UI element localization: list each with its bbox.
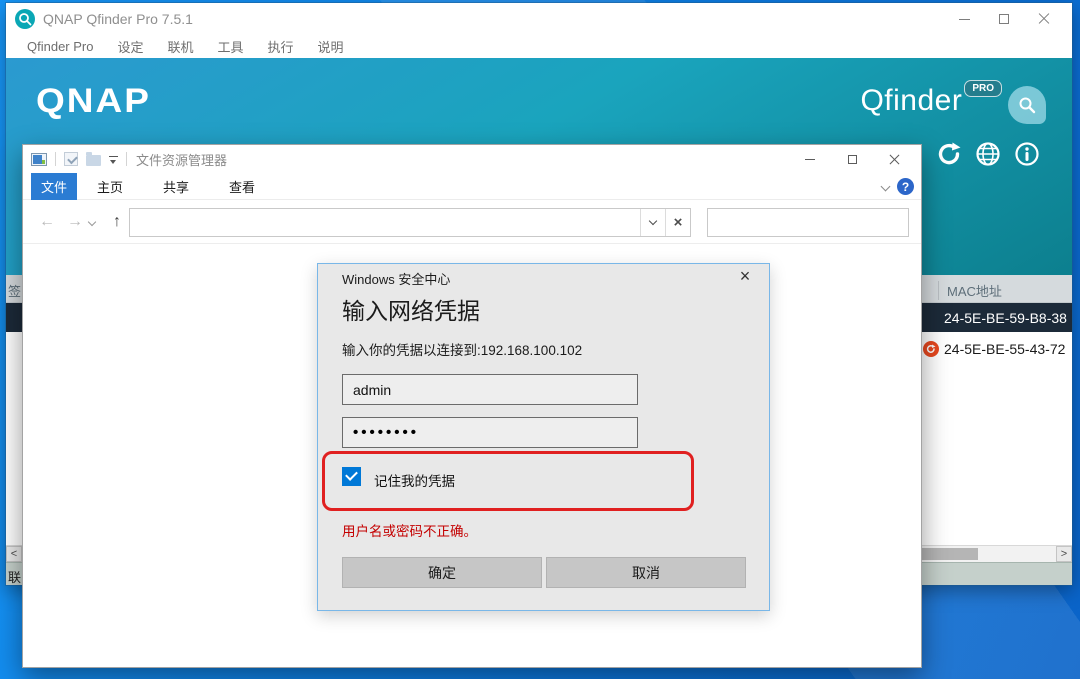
partial-column-header[interactable]: 签 bbox=[8, 281, 21, 300]
explorer-app-icon bbox=[31, 153, 47, 166]
qfinder-brand: Qfinder PRO bbox=[860, 84, 1046, 124]
qfinder-menubar: Qfinder Pro 设定 联机 工具 执行 说明 bbox=[6, 35, 1072, 58]
help-icon[interactable]: ? bbox=[897, 178, 914, 195]
maximize-icon bbox=[999, 14, 1009, 24]
search-input[interactable] bbox=[718, 215, 908, 230]
quick-access-toolbar bbox=[31, 152, 127, 166]
scroll-right-button[interactable]: > bbox=[1056, 546, 1072, 562]
ribbon-collapse-chevron-icon[interactable] bbox=[881, 182, 891, 192]
error-message: 用户名或密码不正确。 bbox=[342, 520, 477, 540]
mac-address-value: 24-5E-BE-59-B8-38 bbox=[944, 310, 1067, 326]
qfinder-window-title: QNAP Qfinder Pro 7.5.1 bbox=[43, 11, 193, 27]
address-bar[interactable]: × bbox=[129, 208, 691, 237]
qfinder-maximize-button[interactable] bbox=[984, 3, 1024, 35]
globe-icon[interactable] bbox=[975, 141, 1001, 167]
dialog-close-button[interactable]: × bbox=[734, 266, 756, 287]
dialog-message: 输入你的凭据以连接到:192.168.100.102 bbox=[342, 339, 582, 359]
ok-button[interactable]: 确定 bbox=[342, 557, 542, 588]
device-status-icon bbox=[923, 341, 939, 357]
dialog-heading: 输入网络凭据 bbox=[342, 292, 480, 326]
dialog-title: Windows 安全中心 bbox=[342, 269, 450, 288]
scrollbar-thumb[interactable] bbox=[920, 548, 978, 560]
explorer-minimize-button[interactable] bbox=[789, 145, 831, 173]
tab-home[interactable]: 主页 bbox=[84, 173, 136, 200]
explorer-window-title: 文件资源管理器 bbox=[136, 150, 227, 169]
recent-locations-chevron-icon[interactable] bbox=[88, 218, 96, 226]
qfinder-app-icon bbox=[15, 9, 35, 29]
pro-badge: PRO bbox=[964, 80, 1002, 97]
qfinder-search-bubble-icon bbox=[1008, 86, 1046, 124]
qfinder-logo-text: Qfinder bbox=[860, 84, 962, 118]
password-field[interactable] bbox=[342, 417, 638, 448]
menu-item-run[interactable]: 执行 bbox=[256, 37, 306, 56]
explorer-toolbar: ← → ↑ × bbox=[23, 200, 921, 244]
menu-item-tools[interactable]: 工具 bbox=[206, 37, 256, 56]
properties-icon[interactable] bbox=[64, 152, 78, 166]
username-field[interactable] bbox=[342, 374, 638, 405]
ribbon-tabs: 文件 主页 共享 查看 ? bbox=[23, 173, 921, 200]
qfinder-titlebar: QNAP Qfinder Pro 7.5.1 bbox=[6, 3, 1072, 35]
qfinder-minimize-button[interactable] bbox=[944, 3, 984, 35]
menu-item-connect[interactable]: 联机 bbox=[156, 37, 206, 56]
new-folder-icon[interactable] bbox=[86, 155, 101, 166]
chevron-down-icon bbox=[649, 217, 657, 225]
separator bbox=[126, 152, 127, 166]
maximize-icon bbox=[848, 155, 857, 164]
tab-view[interactable]: 查看 bbox=[216, 173, 268, 200]
forward-icon[interactable]: → bbox=[61, 213, 89, 231]
mac-address-column-header[interactable]: MAC地址 bbox=[938, 281, 1002, 300]
scroll-left-button[interactable]: < bbox=[6, 546, 22, 562]
checkbox-label: 记住我的凭据 bbox=[374, 470, 455, 490]
separator bbox=[55, 152, 56, 166]
info-icon[interactable] bbox=[1014, 141, 1040, 167]
tab-file[interactable]: 文件 bbox=[31, 173, 77, 200]
back-icon[interactable]: ← bbox=[33, 213, 61, 231]
desktop: QNAP Qfinder Pro 7.5.1 Qfinder Pro 设定 联机… bbox=[0, 0, 1080, 679]
address-input[interactable] bbox=[130, 209, 640, 236]
explorer-titlebar: 文件资源管理器 bbox=[23, 145, 921, 173]
refresh-icon[interactable] bbox=[936, 141, 962, 167]
qfinder-action-icons bbox=[936, 141, 1040, 167]
remember-credentials-checkbox[interactable] bbox=[342, 467, 361, 486]
address-cancel-button[interactable]: × bbox=[665, 209, 690, 236]
minimize-icon bbox=[959, 19, 970, 20]
credentials-dialog: Windows 安全中心 × 输入网络凭据 输入你的凭据以连接到:192.168… bbox=[317, 263, 770, 611]
search-box[interactable] bbox=[707, 208, 909, 237]
cancel-icon: × bbox=[674, 214, 683, 231]
menu-item-help[interactable]: 说明 bbox=[306, 37, 356, 56]
statusbar-text: 联 bbox=[8, 567, 21, 586]
address-dropdown-button[interactable] bbox=[640, 209, 665, 236]
close-icon bbox=[889, 154, 900, 165]
up-icon[interactable]: ↑ bbox=[103, 213, 131, 231]
explorer-maximize-button[interactable] bbox=[831, 145, 873, 173]
explorer-close-button[interactable] bbox=[873, 145, 915, 173]
menu-item-qfinder-pro[interactable]: Qfinder Pro bbox=[15, 39, 105, 54]
minimize-icon bbox=[805, 159, 815, 160]
close-icon bbox=[1038, 13, 1050, 25]
mac-address-value: 24-5E-BE-55-43-72 bbox=[944, 341, 1065, 357]
qfinder-close-button[interactable] bbox=[1024, 3, 1064, 35]
tab-share[interactable]: 共享 bbox=[150, 173, 202, 200]
menu-item-settings[interactable]: 设定 bbox=[105, 37, 155, 56]
qnap-logo: QNAP bbox=[36, 82, 151, 121]
customize-toolbar-chevron-icon[interactable] bbox=[109, 156, 118, 164]
cancel-button[interactable]: 取消 bbox=[546, 557, 746, 588]
